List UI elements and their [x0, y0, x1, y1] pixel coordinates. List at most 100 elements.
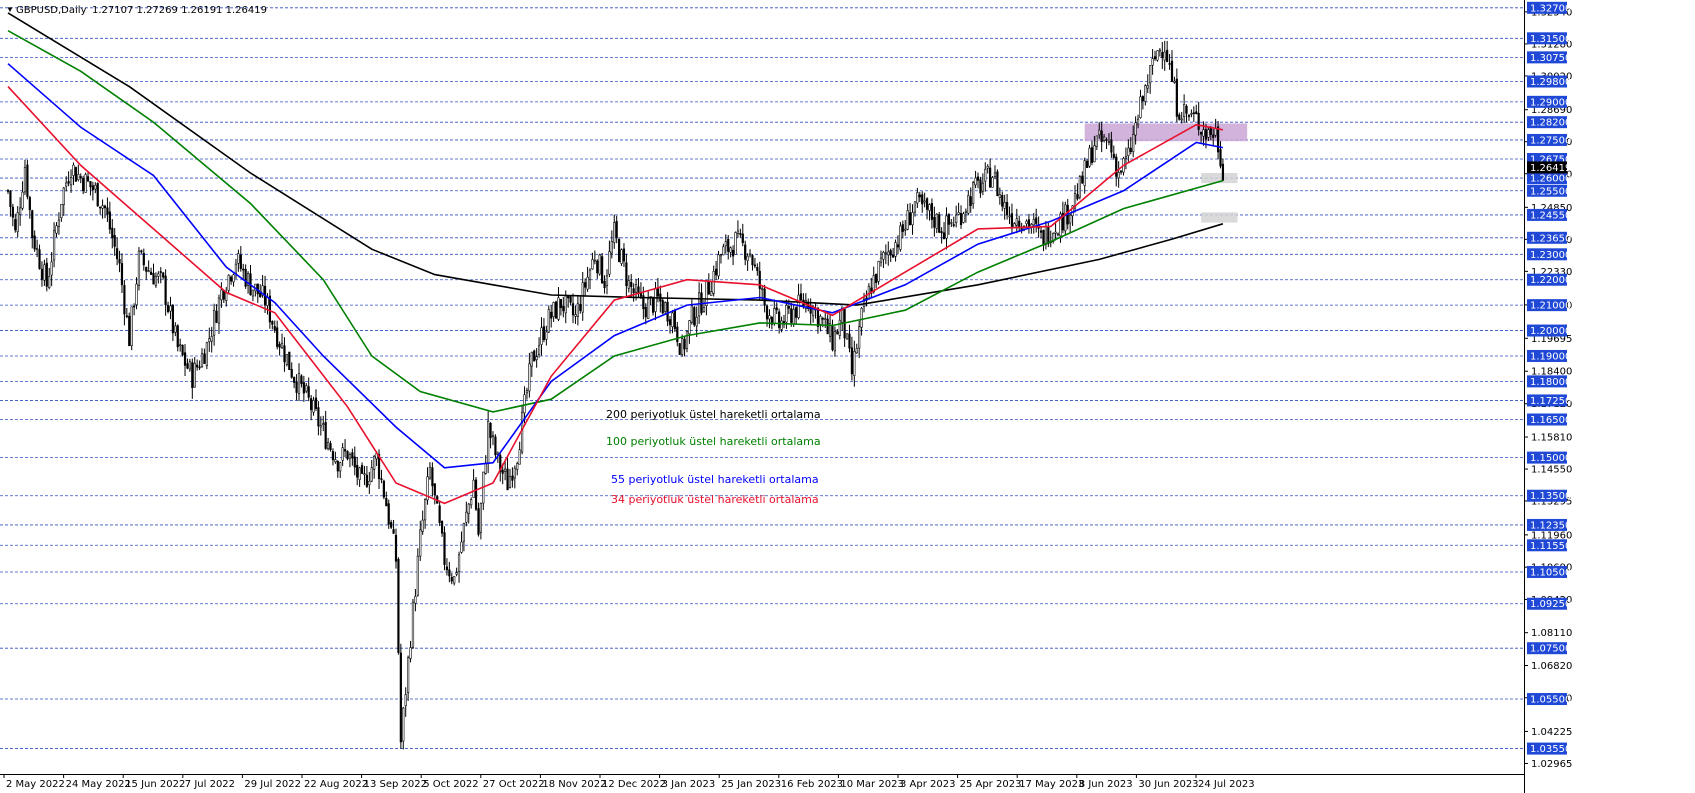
candle-body	[955, 214, 958, 223]
candle-body	[911, 212, 914, 226]
candle-body	[288, 351, 291, 370]
candle-body	[1035, 217, 1038, 224]
candle-body	[57, 219, 61, 227]
candle-body	[1027, 219, 1031, 228]
candle-body	[67, 181, 70, 184]
candle-body	[979, 179, 982, 194]
candle-body	[775, 307, 778, 311]
candle-body	[996, 171, 999, 197]
candle-body	[916, 192, 919, 204]
candle-body	[351, 452, 354, 459]
header-triangle-icon[interactable]: ▼	[6, 5, 14, 14]
candle-body	[947, 214, 950, 225]
candle-body	[896, 244, 900, 248]
candle-body	[1202, 129, 1205, 137]
candle-body	[1200, 131, 1203, 135]
candle-body	[1088, 147, 1091, 167]
candle-body	[407, 657, 410, 693]
time-tick-label: 24 May 2022	[66, 779, 131, 790]
candle-body	[1156, 50, 1159, 61]
candle-body	[208, 338, 211, 343]
candle-body	[125, 315, 128, 318]
candle-body	[188, 361, 191, 370]
candle-body	[183, 352, 187, 366]
level-label: 1.27500	[1530, 135, 1571, 146]
candle-body	[438, 505, 441, 523]
candle-body	[370, 467, 373, 482]
candle-body	[683, 338, 686, 350]
level-label: 1.07500	[1530, 644, 1571, 655]
candle-body	[610, 241, 613, 254]
candle-body	[518, 449, 521, 465]
candle-body	[1153, 56, 1157, 60]
time-tick-label: 29 Jul 2022	[244, 779, 301, 790]
candle-body	[210, 336, 213, 342]
price-tick-label: 1.06820	[1531, 661, 1572, 672]
time-tick-label: 24 Jul 2023	[1198, 779, 1255, 790]
candle-body	[1190, 113, 1193, 115]
candle-body	[1219, 149, 1222, 167]
candle-body	[826, 318, 829, 335]
candle-body	[450, 577, 453, 582]
candle-body	[872, 275, 875, 293]
candle-body	[942, 232, 946, 240]
candle-body	[416, 555, 419, 596]
candle-body	[1180, 118, 1183, 121]
candle-body	[326, 442, 330, 450]
candle-body	[1212, 134, 1215, 138]
candle-body	[387, 503, 390, 525]
candle-body	[744, 244, 747, 260]
candle-body	[506, 468, 509, 491]
candle-body	[290, 369, 293, 378]
candle-body	[571, 303, 575, 316]
candle-body	[751, 255, 754, 266]
candlestick-chart[interactable]: 200 periyotluk üstel hareketli ortalama 1…	[0, 0, 1695, 793]
candle-body	[1124, 156, 1128, 159]
support-zone	[1201, 212, 1238, 223]
candle-body	[133, 305, 136, 308]
candle-body	[48, 276, 51, 289]
candle-body	[581, 282, 584, 313]
candle-body	[356, 464, 359, 478]
level-label: 1.15000	[1530, 453, 1571, 464]
time-tick-label: 5 Oct 2022	[423, 779, 478, 790]
candle-body	[724, 241, 727, 247]
candle-body	[89, 181, 92, 188]
candle-body	[508, 476, 512, 488]
candle-body	[448, 569, 451, 577]
candle-body	[251, 289, 255, 297]
candle-body	[1146, 85, 1149, 89]
candle-body	[1192, 112, 1195, 114]
candle-body	[1127, 147, 1130, 156]
candle-body	[1134, 122, 1137, 136]
candle-body	[705, 280, 708, 306]
candle-body	[1117, 172, 1120, 179]
candle-body	[390, 522, 393, 528]
candle-body	[853, 351, 856, 376]
candle-body	[838, 319, 841, 336]
candle-body	[21, 191, 24, 209]
candle-body	[82, 178, 85, 192]
candle-body	[630, 281, 633, 287]
candle-body	[237, 253, 240, 264]
candle-body	[681, 338, 684, 355]
candle-body	[271, 321, 274, 325]
candle-body	[557, 297, 560, 320]
candle-body	[147, 270, 150, 272]
candle-body	[392, 529, 395, 534]
candle-body	[952, 224, 955, 226]
candle-body	[620, 249, 623, 264]
candle-body	[181, 345, 184, 356]
level-label: 1.11550	[1530, 541, 1571, 552]
time-tick-label: 25 Apr 2023	[960, 779, 1022, 790]
time-tick-label: 3 Jan 2023	[662, 779, 716, 790]
candle-body	[552, 302, 555, 317]
candle-body	[833, 331, 837, 352]
candle-body	[293, 377, 296, 383]
level-label: 1.29000	[1530, 97, 1571, 108]
time-tick-label: 13 Sep 2022	[364, 779, 427, 790]
candle-body	[601, 256, 604, 284]
candle-body	[484, 462, 487, 474]
candle-body	[584, 282, 587, 288]
candle-body	[343, 449, 347, 452]
